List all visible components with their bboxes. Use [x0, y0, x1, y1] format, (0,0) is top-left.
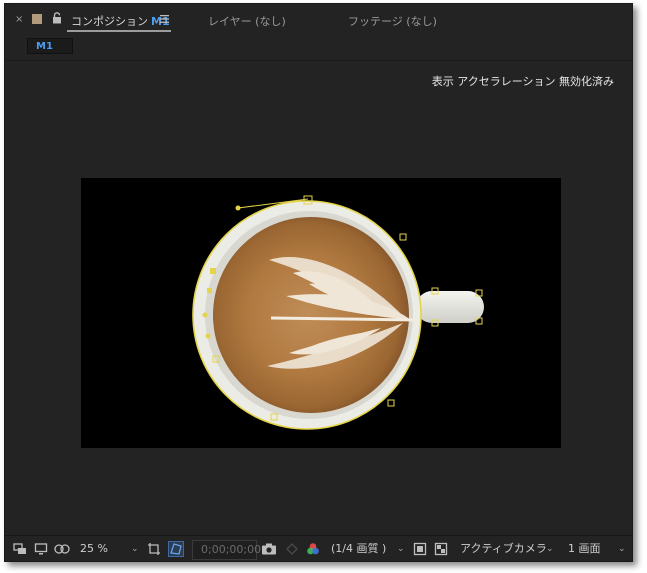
- mask-visibility-icon[interactable]: [54, 542, 70, 556]
- tab-composition-label: コンポジション: [71, 15, 148, 28]
- viewer-toolbar: 25 % ⌄ 0;00;00;00 (1/4 画質 ) ⌄ アクティブカメラ ⌄…: [5, 535, 632, 561]
- acceleration-notice: 表示 アクセラレーション 無効化済み: [431, 75, 614, 88]
- snapshot-icon[interactable]: [261, 542, 277, 556]
- composition-navigator: M1: [5, 34, 632, 61]
- show-snapshot-icon[interactable]: [285, 542, 299, 556]
- label-color-swatch[interactable]: [32, 14, 42, 24]
- zoom-value[interactable]: 25 %: [80, 536, 108, 561]
- color-channels-icon[interactable]: [306, 542, 320, 556]
- view-layout-dropdown-icon[interactable]: ⌄: [618, 536, 626, 561]
- monitor-icon[interactable]: [34, 542, 48, 556]
- transparency-grid-icon[interactable]: [168, 541, 184, 557]
- region-of-interest-icon[interactable]: [147, 542, 161, 556]
- viewer-area[interactable]: 表示 アクセラレーション 無効化済み: [5, 61, 632, 535]
- coffee-cup-image: [192, 195, 484, 430]
- composition-chip[interactable]: M1: [27, 38, 73, 54]
- tab-composition[interactable]: コンポジション M1: [71, 13, 170, 29]
- camera-dropdown-icon[interactable]: ⌄: [546, 536, 554, 561]
- resolution-dropdown-icon[interactable]: ⌄: [397, 536, 405, 561]
- timecode-box[interactable]: 0;00;00;00: [192, 540, 261, 560]
- panel-tab-bar: × コンポジション M1 レイヤー (なし) フッテージ (なし): [5, 4, 632, 35]
- tab-layer[interactable]: レイヤー (なし): [208, 13, 286, 29]
- fast-previews-icon[interactable]: [413, 542, 427, 556]
- panel-menu-icon[interactable]: [160, 15, 169, 23]
- view-layout-value[interactable]: 1 画面: [568, 536, 601, 561]
- zoom-dropdown-icon[interactable]: ⌄: [131, 536, 139, 561]
- composition-panel: × コンポジション M1 レイヤー (なし) フッテージ (なし) M1 表示 ア…: [4, 3, 633, 562]
- always-preview-icon[interactable]: [13, 542, 27, 556]
- close-icon[interactable]: ×: [15, 14, 23, 25]
- camera-view-value[interactable]: アクティブカメラ: [460, 536, 547, 561]
- tab-footage[interactable]: フッテージ (なし): [348, 13, 437, 29]
- lock-icon[interactable]: [52, 12, 62, 24]
- current-time[interactable]: 0;00;00;00: [201, 537, 261, 561]
- active-tab-underline: [67, 30, 171, 32]
- composition-canvas[interactable]: [81, 178, 561, 448]
- transparency-checkerboard-icon[interactable]: [434, 542, 448, 556]
- resolution-value[interactable]: (1/4 画質 ): [331, 536, 386, 561]
